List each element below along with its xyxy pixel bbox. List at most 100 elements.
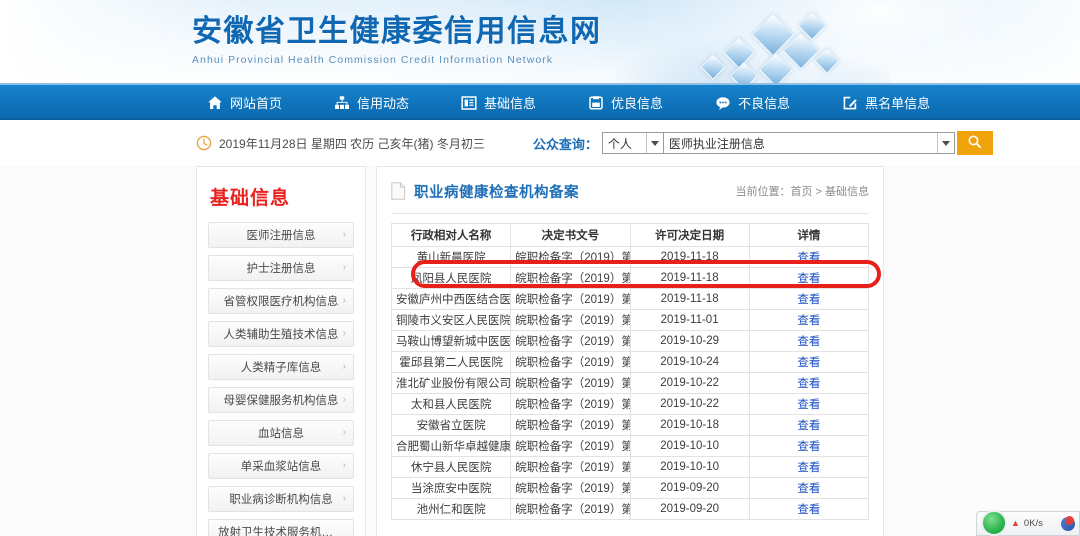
cell-detail[interactable]: 查看 (748, 330, 870, 352)
network-speed-text: 0K/s (1023, 518, 1043, 529)
chevron-down-icon[interactable] (645, 133, 663, 153)
view-link[interactable]: 查看 (797, 273, 820, 285)
cell-detail[interactable]: 查看 (748, 393, 870, 415)
nav-item-home[interactable]: 网站首页 (196, 85, 293, 120)
cell-doc: 皖职检备字（2019）第33号 (510, 330, 631, 352)
view-link[interactable]: 查看 (797, 357, 820, 369)
sidebar-item-nurse-registration[interactable]: 护士注册信息 › (208, 255, 354, 281)
site-banner: 安徽省卫生健康委信用信息网 Anhui Provincial Health Co… (0, 0, 1080, 85)
sidebar-title: 基础信息 (210, 188, 291, 209)
medal-icon (588, 95, 604, 111)
view-link[interactable]: 查看 (797, 420, 820, 432)
col-header-detail: 详情 (748, 223, 870, 247)
table-row[interactable]: 凤阳县人民医院 皖职检备字（2019）第36号 2019-11-18 查看 (390, 267, 870, 289)
nav-item-good-info[interactable]: 优良信息 (577, 85, 674, 120)
cell-detail[interactable]: 查看 (748, 414, 870, 436)
search-button[interactable] (956, 131, 993, 155)
chevron-right-icon: › (342, 460, 346, 471)
table-row[interactable]: 马鞍山博望新城中医医院 皖职检备字（2019）第33号 2019-10-29 查… (390, 330, 870, 352)
chevron-right-icon: › (342, 295, 346, 306)
sidebar-item-sperm-bank[interactable]: 人类精子库信息 › (208, 354, 354, 380)
view-link[interactable]: 查看 (797, 504, 820, 516)
site-title-cn: 安徽省卫生健康委信用信息网 (192, 15, 602, 48)
cell-date: 2019-10-18 (629, 414, 750, 436)
nav-item-label: 优良信息 (611, 96, 664, 111)
network-speed-widget[interactable]: ▲ 0K/s (976, 509, 1080, 536)
view-link[interactable]: 查看 (797, 483, 820, 495)
sidebar-item-assisted-reproduction[interactable]: 人类辅助生殖技术信息 › (208, 321, 354, 347)
current-date-text: 2019年11月28日 星期四 农历 己亥年(猪) 冬月初三 (219, 136, 485, 151)
view-link[interactable]: 查看 (797, 378, 820, 390)
nav-item-basic-info[interactable]: 基础信息 (450, 85, 547, 120)
cell-date: 2019-10-10 (629, 456, 750, 478)
view-link[interactable]: 查看 (797, 441, 820, 453)
chevron-right-icon: › (342, 394, 346, 405)
main-panel: 职业病健康检查机构备案 当前位置：首页 > 基础信息 行政相对人名称 决定书文号… (376, 166, 884, 536)
cell-doc: 皖职检备字（2019）第36号 (510, 267, 631, 289)
table-row[interactable]: 黄山新晨医院 皖职检备字（2019）第37号 2019-11-18 查看 (390, 246, 870, 268)
table-row[interactable]: 霍邱县第二人民医院 皖职检备字（2019）第32号 2019-10-24 查看 (390, 351, 870, 373)
sidebar-item-occupational-disease-diagnosis[interactable]: 职业病诊断机构信息 › (208, 486, 354, 512)
cell-detail[interactable]: 查看 (748, 435, 870, 457)
cell-date: 2019-10-22 (629, 372, 750, 394)
cell-date: 2019-11-18 (629, 288, 750, 310)
nav-item-label: 黑名单信息 (865, 96, 931, 111)
cell-detail[interactable]: 查看 (748, 246, 870, 268)
view-link[interactable]: 查看 (797, 315, 820, 327)
cell-detail[interactable]: 查看 (748, 309, 870, 331)
cell-detail[interactable]: 查看 (748, 267, 870, 289)
sidebar-item-plasma-station[interactable]: 单采血浆站信息 › (208, 453, 354, 479)
nav-item-credit-news[interactable]: 信用动态 (323, 85, 420, 120)
records-table-body: 黄山新晨医院 皖职检备字（2019）第37号 2019-11-18 查看 凤阳县… (390, 246, 870, 520)
table-row[interactable]: 休宁县人民医院 皖职检备字（2019）第27号 2019-10-10 查看 (390, 456, 870, 478)
table-row[interactable]: 合肥蜀山新华卓越健康体检门诊部 皖职检备字（2019）第28号 2019-10-… (390, 435, 870, 457)
cell-date: 2019-09-20 (629, 498, 750, 520)
cell-date: 2019-09-20 (629, 477, 750, 499)
cell-name: 合肥蜀山新华卓越健康体检门诊部 (390, 435, 512, 457)
table-row[interactable]: 安徽省立医院 皖职检备字（2019）第29号 2019-10-18 查看 (390, 414, 870, 436)
nav-item-blacklist[interactable]: 黑名单信息 (831, 85, 941, 120)
chevron-down-icon[interactable] (936, 133, 954, 153)
nav-item-bad-info[interactable]: 不良信息 (704, 85, 801, 120)
sidebar-item-label: 人类精子库信息 (240, 362, 322, 374)
sidebar-item-radiation-health-services[interactable]: 放射卫生技术服务机构信... (208, 519, 354, 536)
chat-bubble-icon (715, 95, 731, 111)
sidebar-item-maternal-child-health[interactable]: 母婴保健服务机构信息 › (208, 387, 354, 413)
table-row[interactable]: 安徽庐州中西医结合医院 皖职检备字（2019）第35号 2019-11-18 查… (390, 288, 870, 310)
chevron-right-icon: › (342, 493, 346, 504)
view-link[interactable]: 查看 (797, 336, 820, 348)
table-row[interactable]: 当涂庶安中医院 皖职检备字（2019）第24号 2019-09-20 查看 (390, 477, 870, 499)
table-row[interactable]: 池州仁和医院 皖职检备字（2019）第23号 2019-09-20 查看 (390, 498, 870, 520)
cell-name: 凤阳县人民医院 (390, 267, 512, 289)
cell-name: 铜陵市义安区人民医院 (390, 309, 512, 331)
table-row[interactable]: 淮北矿业股份有限公司职业病防治院 皖职检备字（2019）第31号 2019-10… (390, 372, 870, 394)
cell-date: 2019-10-24 (629, 351, 750, 373)
chevron-right-icon: › (342, 328, 346, 339)
sidebar-item-provincial-medical-institutions[interactable]: 省管权限医疗机构信息 › (208, 288, 354, 314)
view-link[interactable]: 查看 (797, 252, 820, 264)
cell-name: 休宁县人民医院 (390, 456, 512, 478)
query-topic-select[interactable]: 医师执业注册信息 (662, 132, 955, 154)
table-row[interactable]: 太和县人民医院 皖职检备字（2019）第30号 2019-10-22 查看 (390, 393, 870, 415)
cell-detail[interactable]: 查看 (748, 456, 870, 478)
cell-detail[interactable]: 查看 (748, 351, 870, 373)
sidebar-item-blood-station[interactable]: 血站信息 › (208, 420, 354, 446)
view-link[interactable]: 查看 (797, 462, 820, 474)
cell-date: 2019-10-10 (629, 435, 750, 457)
sidebar-item-doctor-registration[interactable]: 医师注册信息 › (208, 222, 354, 248)
edit-square-icon (842, 95, 858, 111)
cell-date: 2019-11-01 (629, 309, 750, 331)
nav-item-label: 基础信息 (484, 96, 537, 111)
query-type-select[interactable]: 个人 (601, 132, 664, 154)
nav-item-label: 不良信息 (738, 96, 791, 111)
view-link[interactable]: 查看 (797, 294, 820, 306)
sidebar-item-label: 母婴保健服务机构信息 (223, 395, 339, 407)
table-row[interactable]: 铜陵市义安区人民医院 皖职检备字（2019）第34号 2019-11-01 查看 (390, 309, 870, 331)
cell-detail[interactable]: 查看 (748, 372, 870, 394)
nav-item-label: 信用动态 (357, 96, 410, 111)
view-link[interactable]: 查看 (797, 399, 820, 411)
header-divider (391, 213, 869, 214)
cell-detail[interactable]: 查看 (748, 288, 870, 310)
cell-detail[interactable]: 查看 (748, 498, 870, 520)
cell-detail[interactable]: 查看 (748, 477, 870, 499)
